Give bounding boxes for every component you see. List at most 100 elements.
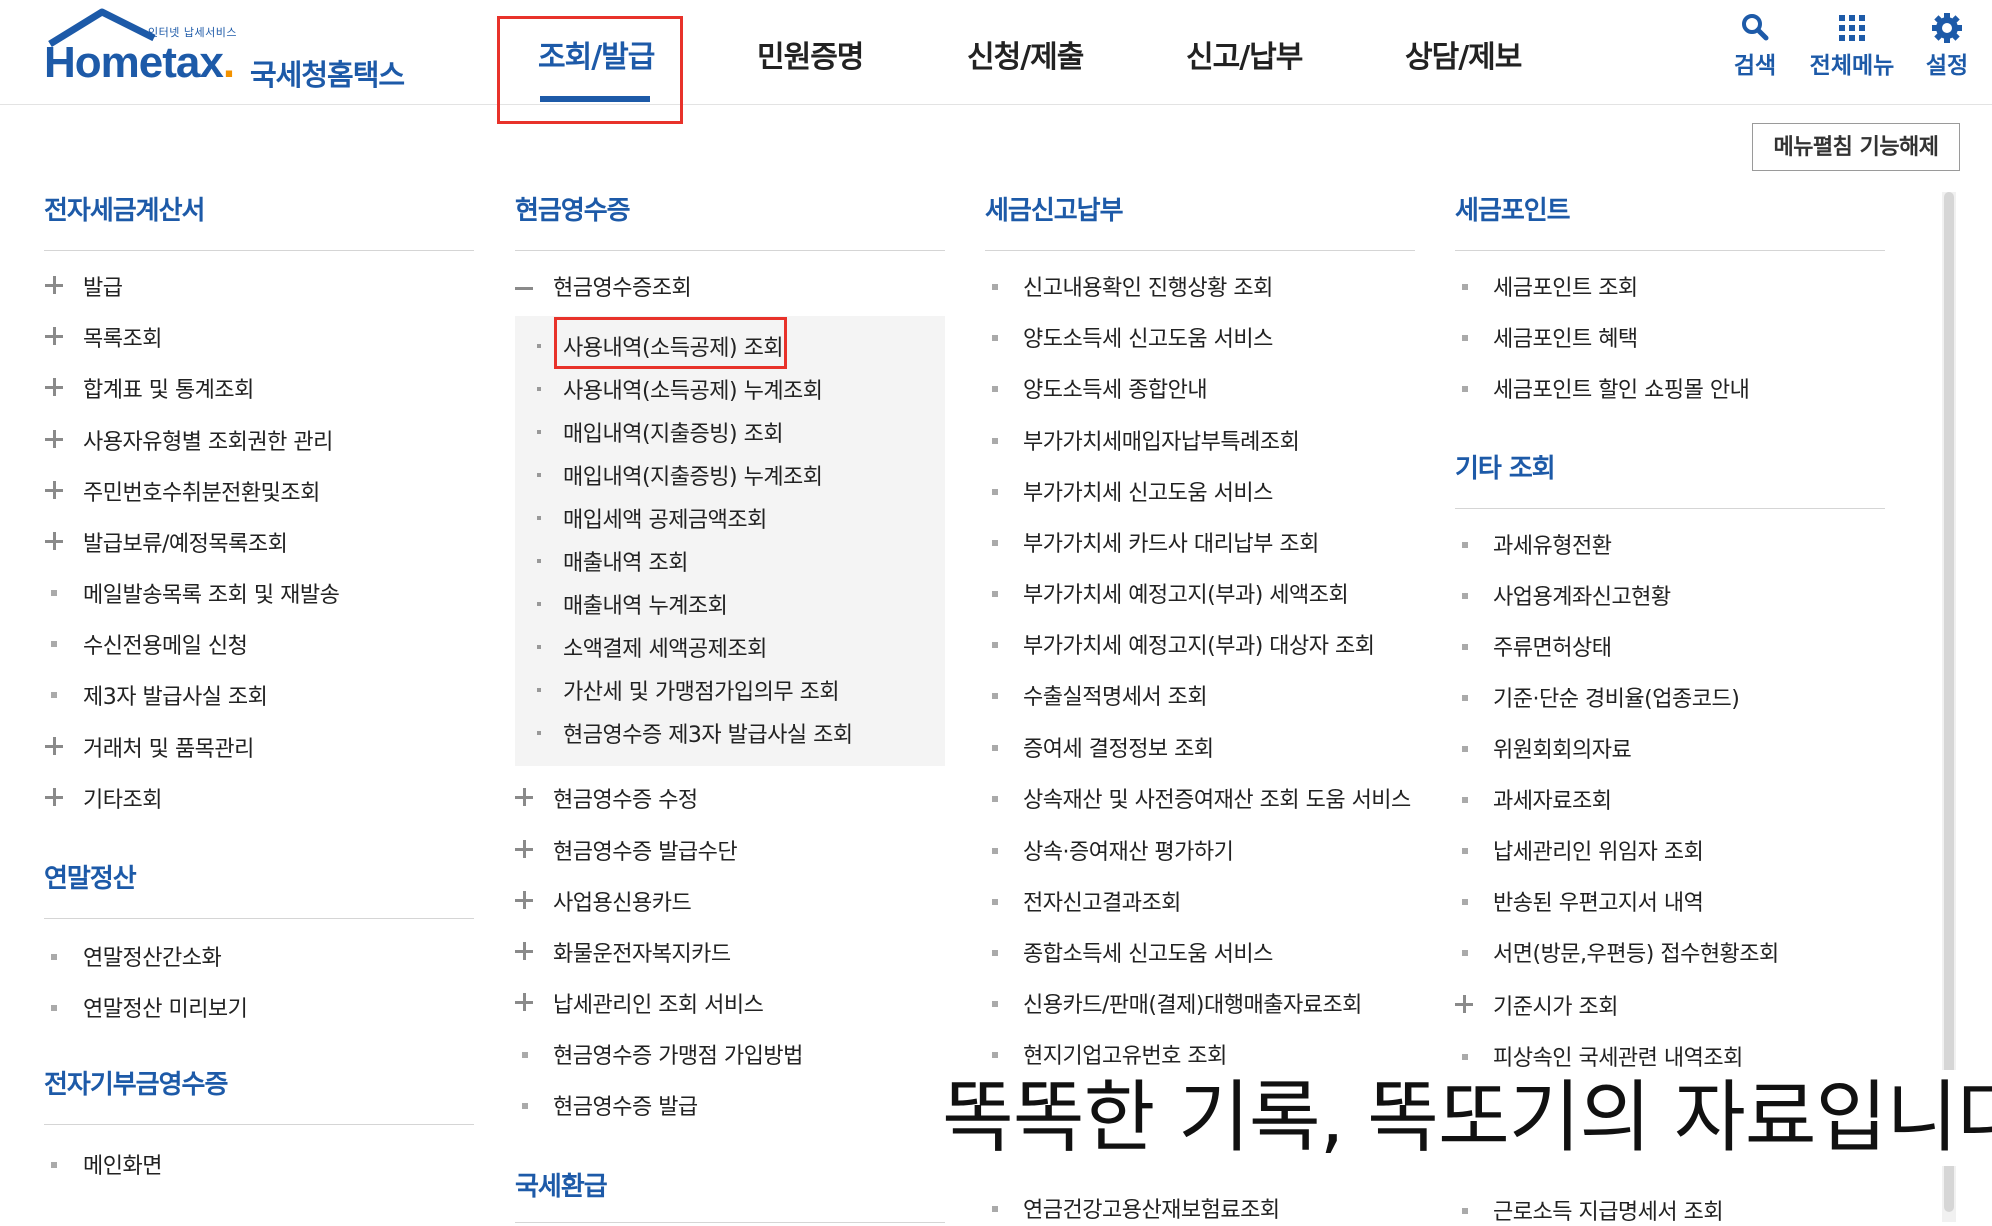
menu-item-summary-stats[interactable]: 합계표 및 통계조회 [83,372,254,404]
menu-expand-toggle-button[interactable]: 메뉴펼침 기능해제 [1752,123,1960,171]
menu-item-tax-agent-inquiry[interactable]: 납세관리인 조회 서비스 [553,987,764,1019]
all-menu-button[interactable]: 전체메뉴 [1808,10,1896,80]
bullet-icon [537,645,541,649]
menu-item-written-receipt-status[interactable]: 서면(방문,우편등) 접수현황조회 [1493,936,1779,968]
search-button[interactable]: 검색 [1726,10,1784,80]
menu-item-merchant-join[interactable]: 현금영수증 가맹점 가입방법 [553,1038,803,1070]
bullet-icon [51,1162,57,1168]
menu-item-export-statement[interactable]: 수출실적명세서 조회 [1023,679,1208,711]
bullet-icon [1462,899,1468,905]
menu-item-year-end-preview[interactable]: 연말정산 미리보기 [83,991,248,1023]
menu-item-other-inquiry[interactable]: 기타조회 [83,782,162,814]
bullet-icon [537,559,541,563]
menu-item-vat-buyer-special[interactable]: 부가가치세매입자납부특례조회 [1023,424,1300,456]
submenu-penalty-merchant-duty[interactable]: 가산세 및 가맹점가입의무 조회 [563,674,840,706]
nav-report-payment[interactable]: 신고/납부 [1186,32,1303,76]
menu-item-third-party[interactable]: 제3자 발급사실 조회 [83,679,268,711]
menu-item-mail-resend[interactable]: 메일발송목록 조회 및 재발송 [83,577,340,609]
menu-item-insurance-premium[interactable]: 연금건강고용산재보험료조회 [1023,1192,1280,1224]
menu-item-cash-receipt-inquiry[interactable]: 현금영수증조회 [553,270,692,302]
plus-icon [515,840,533,858]
menu-item-points-mall[interactable]: 세금포인트 할인 쇼핑몰 안내 [1493,372,1750,404]
grid-menu-icon [1839,15,1865,41]
bullet-icon [992,540,998,546]
menu-item-business-account[interactable]: 사업용계좌신고현황 [1493,579,1671,611]
submenu-purchase-inquiry[interactable]: 매입내역(지출증빙) 조회 [563,416,784,448]
menu-item-year-end-simple[interactable]: 연말정산간소화 [83,940,222,972]
menu-item-issuance-means[interactable]: 현금영수증 발급수단 [553,834,738,866]
top-header: 인터넷 납세서비스 Hometax. 국세청홈택스 조회/발급 민원증명 신청/… [0,0,1992,124]
highlight-box-submenu [554,317,787,369]
menu-item-inheritance-help[interactable]: 상속재산 및 사전증여재산 조회 도움 서비스 [1023,782,1411,814]
menu-item-card-sales-data[interactable]: 신용카드/판매(결제)대행매출자료조회 [1023,987,1362,1019]
submenu-small-payment-deduction[interactable]: 소액결제 세액공제조회 [563,631,767,663]
menu-item-decedent-tax-history[interactable]: 피상속인 국세관련 내역조회 [1493,1040,1743,1072]
nav-application-submit[interactable]: 신청/제출 [967,32,1084,76]
menu-item-vat-prenotice-amount[interactable]: 부가가치세 예정고지(부과) 세액조회 [1023,577,1349,609]
divider [44,250,474,251]
menu-item-pending-list[interactable]: 발급보류/예정목록조회 [83,526,288,558]
menu-item-committee-docs[interactable]: 위원회회의자료 [1493,732,1632,764]
menu-item-inheritance-valuation[interactable]: 상속·증여재산 평가하기 [1023,834,1234,866]
nav-consult-tip[interactable]: 상담/제보 [1405,32,1522,76]
bullet-icon [537,602,541,606]
menu-item-earned-income-statement[interactable]: 근로소득 지급명세서 조회 [1493,1194,1724,1226]
submenu-input-tax-deduction[interactable]: 매입세액 공제금액조회 [563,502,767,534]
bullet-icon [1462,542,1468,548]
menu-item-vat-help[interactable]: 부가가치세 신고도움 서비스 [1023,475,1273,507]
menu-item-partner-items[interactable]: 거래처 및 품목관리 [83,731,254,763]
menu-item-standard-price[interactable]: 기준시가 조회 [1493,989,1618,1021]
menu-item-transfer-tax-guide[interactable]: 양도소득세 종합안내 [1023,372,1208,404]
section-title-year-end: 연말정산 [44,864,137,894]
menu-item-tax-type-conversion[interactable]: 과세유형전환 [1493,528,1612,560]
menu-item-income-tax-help[interactable]: 종합소득세 신고도움 서비스 [1023,936,1273,968]
menu-item-local-company-number[interactable]: 현지기업고유번호 조회 [1023,1038,1227,1070]
highlight-box-nav [497,16,683,124]
bullet-icon [1462,695,1468,701]
menu-item-main-screen[interactable]: 메인화면 [83,1148,162,1180]
menu-item-expense-rate[interactable]: 기준·단순 경비율(업종코드) [1493,681,1740,713]
menu-item-cash-receipt-issue[interactable]: 현금영수증 발급 [553,1089,698,1121]
menu-item-cash-receipt-edit[interactable]: 현금영수증 수정 [553,782,698,814]
search-label: 검색 [1733,53,1777,79]
menu-item-gift-tax-decision[interactable]: 증여세 결정정보 조회 [1023,731,1214,763]
menu-item-resident-number-conversion[interactable]: 주민번호수취분전환및조회 [83,475,320,507]
scrollbar-thumb[interactable] [1944,192,1954,1212]
bullet-icon [537,731,541,735]
menu-item-cargo-driver-card[interactable]: 화물운전자복지카드 [553,936,731,968]
hometax-logo[interactable]: 인터넷 납세서비스 Hometax. 국세청홈택스 [44,8,414,98]
menu-item-list-inquiry[interactable]: 목록조회 [83,321,162,353]
settings-button[interactable]: 설정 [1918,10,1976,80]
section-title-tax-report: 세금신고납부 [985,196,1124,226]
minus-icon [515,287,533,290]
bullet-icon [1462,1208,1468,1214]
bullet-icon [1462,1054,1468,1060]
menu-item-points-inquiry[interactable]: 세금포인트 조회 [1493,270,1638,302]
menu-item-tax-agent-delegator[interactable]: 납세관리인 위임자 조회 [1493,834,1704,866]
bullet-icon [537,473,541,477]
menu-item-user-permission[interactable]: 사용자유형별 조회권한 관리 [83,424,333,456]
menu-item-returned-notice[interactable]: 반송된 우편고지서 내역 [1493,885,1704,917]
submenu-third-party-issuance[interactable]: 현금영수증 제3자 발급사실 조회 [563,717,853,749]
plus-icon [1455,995,1473,1013]
menu-item-issue[interactable]: 발급 [83,270,123,302]
menu-item-receive-mail[interactable]: 수신전용메일 신청 [83,628,248,660]
menu-item-taxation-data[interactable]: 과세자료조회 [1493,783,1612,815]
menu-item-transfer-tax-help[interactable]: 양도소득세 신고도움 서비스 [1023,321,1273,353]
section-title-tax-points: 세금포인트 [1455,196,1571,226]
submenu-purchase-cumulative[interactable]: 매입내역(지출증빙) 누계조회 [563,459,823,491]
menu-item-report-progress[interactable]: 신고내용확인 진행상황 조회 [1023,270,1273,302]
menu-item-points-benefit[interactable]: 세금포인트 혜택 [1493,321,1638,353]
submenu-sales-inquiry[interactable]: 매출내역 조회 [563,545,688,577]
bullet-icon [1462,335,1468,341]
submenu-usage-deduction-cumulative[interactable]: 사용내역(소득공제) 누계조회 [563,373,823,405]
menu-item-business-card[interactable]: 사업용신용카드 [553,885,692,917]
submenu-sales-cumulative[interactable]: 매출내역 누계조회 [563,588,728,620]
menu-item-vat-card-proxy[interactable]: 부가가치세 카드사 대리납부 조회 [1023,526,1319,558]
menu-item-vat-prenotice-target[interactable]: 부가가치세 예정고지(부과) 대상자 조회 [1023,628,1375,660]
nav-civil-certificate[interactable]: 민원증명 [757,32,864,76]
menu-item-liquor-license[interactable]: 주류면허상태 [1493,630,1612,662]
menu-item-e-report-result[interactable]: 전자신고결과조회 [1023,885,1181,917]
bullet-icon [1462,593,1468,599]
divider [985,250,1415,251]
